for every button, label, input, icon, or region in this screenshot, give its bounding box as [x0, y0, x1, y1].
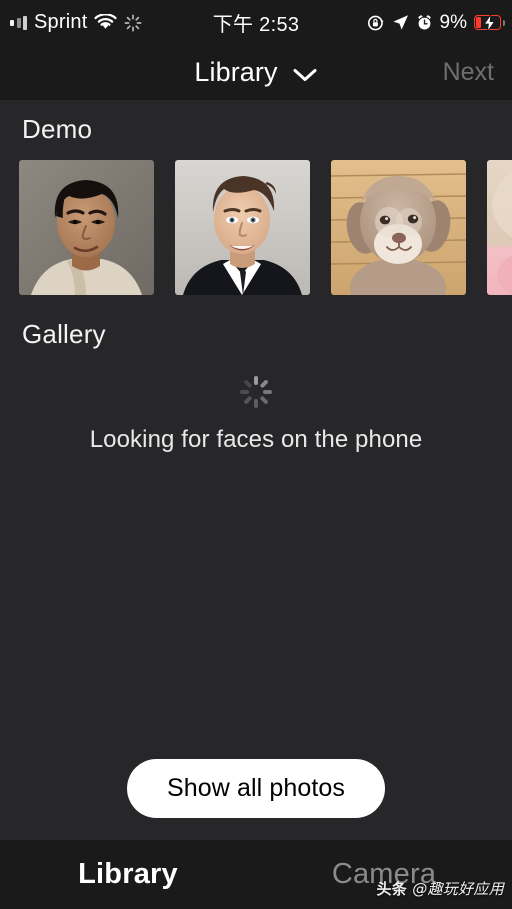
rotation-lock-icon	[367, 14, 385, 32]
status-bar-right: 9%	[367, 0, 505, 45]
show-all-photos-button[interactable]: Show all photos	[126, 759, 385, 818]
gallery-section-title: Gallery	[22, 319, 106, 349]
battery-percent-label: 9%	[439, 11, 467, 33]
next-button[interactable]: Next	[443, 45, 494, 100]
demo-section-title: Demo	[22, 114, 93, 144]
show-all-photos-container: Show all photos	[0, 759, 512, 818]
demo-thumbnail-3[interactable]	[487, 160, 512, 295]
library-dropdown-button[interactable]: Library	[0, 45, 512, 100]
battery-charging-icon	[474, 13, 505, 32]
nav-header: Library Next	[0, 45, 512, 100]
demo-thumbnail-2[interactable]	[331, 160, 466, 295]
content-area: Demo Gallery Looking for faces on the ph…	[0, 100, 512, 840]
watermark: 头条 @趣玩好应用	[377, 878, 505, 899]
clock-label: 下午 2:53	[212, 14, 300, 36]
watermark-brand: 头条	[376, 880, 408, 898]
activity-indicator-icon	[239, 375, 273, 409]
location-arrow-icon	[392, 14, 409, 31]
demo-thumbnail-0[interactable]	[19, 160, 154, 295]
alarm-clock-icon	[416, 14, 433, 31]
gallery-loading-area	[0, 364, 512, 420]
watermark-handle: @趣玩好应用	[412, 880, 504, 898]
page-title: Library	[194, 57, 278, 87]
status-bar: Sprint 下午 2:53 9%	[0, 0, 512, 45]
gallery-status-text: Looking for faces on the phone	[89, 426, 423, 453]
chevron-down-icon[interactable]	[292, 67, 318, 83]
demo-thumbnail-1[interactable]	[175, 160, 310, 295]
demo-thumbnail-row[interactable]	[0, 145, 512, 297]
tab-bar: Library Camera 头条 @趣玩好应用	[0, 840, 512, 909]
tab-library[interactable]: Library	[0, 840, 256, 909]
